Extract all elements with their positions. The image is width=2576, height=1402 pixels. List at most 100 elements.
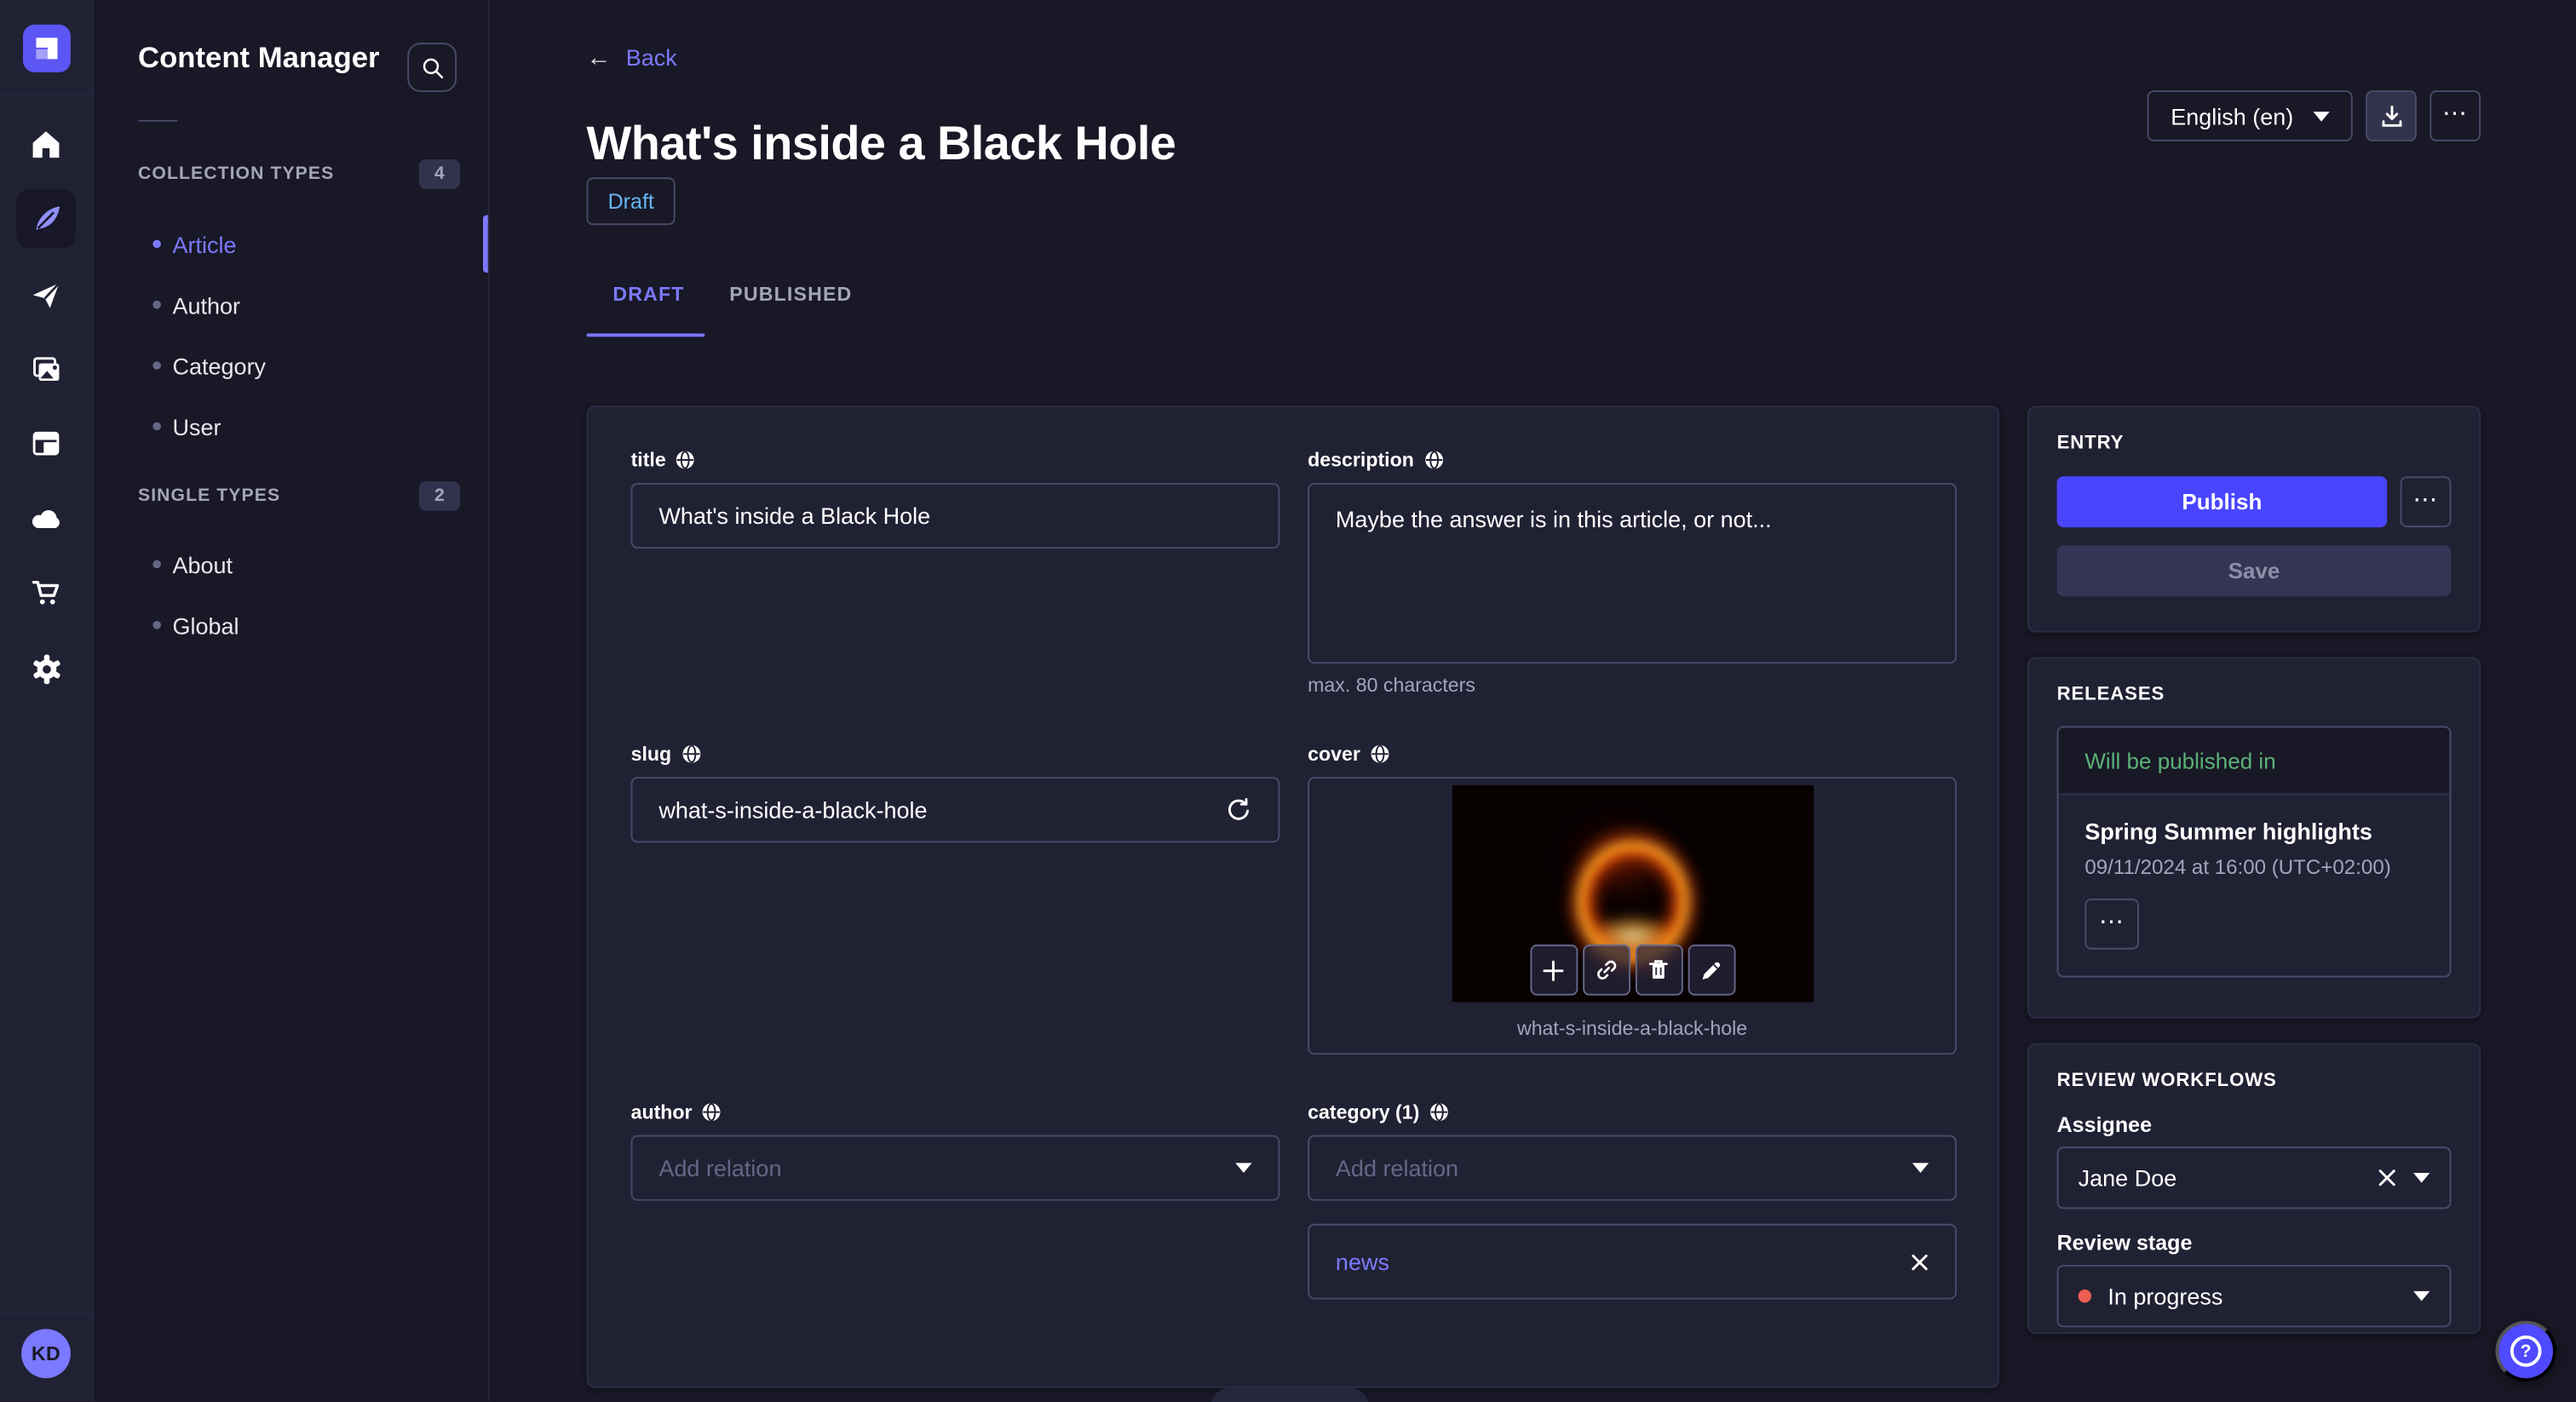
- media-add-button[interactable]: [1529, 944, 1578, 996]
- review-stage-select[interactable]: In progress: [2056, 1265, 2452, 1328]
- sidebar-item-author[interactable]: Author: [95, 274, 490, 335]
- ellipsis-icon: ⋯: [2412, 486, 2439, 514]
- cart-icon: [32, 580, 60, 605]
- bullet-icon: [152, 621, 161, 629]
- main-content: ← Back What's inside a Black Hole Draft …: [490, 0, 2576, 1402]
- search-button[interactable]: [407, 43, 457, 92]
- active-item-indicator: [483, 215, 488, 273]
- rail-divider: [0, 93, 92, 95]
- sidebar-item-home[interactable]: [23, 122, 69, 168]
- bullet-icon: [152, 239, 161, 249]
- header-more-button[interactable]: ⋯: [2429, 90, 2481, 141]
- app-window: KD Content Manager COLLECTION TYPES 4 Ar…: [0, 0, 2576, 1402]
- remove-relation-icon[interactable]: [1911, 1253, 1929, 1271]
- plus-icon: [1543, 959, 1564, 980]
- media-library-icon: [33, 357, 60, 382]
- description-textarea[interactable]: Maybe the answer is in this article, or …: [1308, 483, 1957, 664]
- sidebar-item-releases[interactable]: [23, 273, 69, 319]
- search-icon: [422, 57, 443, 78]
- regenerate-icon[interactable]: [1226, 796, 1252, 823]
- description-hint: max. 80 characters: [1308, 673, 1475, 697]
- locale-select[interactable]: English (en): [2148, 90, 2353, 141]
- question-mark-icon: ?: [2510, 1335, 2542, 1367]
- save-button[interactable]: Save: [2056, 545, 2452, 597]
- globe-i18n-icon: [676, 451, 695, 469]
- field-slug: slug what-s-inside-a-black-hole: [630, 743, 1280, 843]
- entry-panel-title: ENTRY: [2056, 434, 2125, 454]
- active-tab-underline: [586, 333, 705, 337]
- sidebar-item-settings[interactable]: [23, 646, 69, 692]
- paper-plane-icon: [32, 282, 60, 308]
- chevron-down-icon: [2413, 1173, 2430, 1183]
- relation-item-news: news: [1308, 1223, 1957, 1300]
- sidebar-item-content-manager[interactable]: [16, 188, 76, 249]
- sidebar-item-media-library[interactable]: [23, 347, 69, 393]
- sidebar-item-global[interactable]: Global: [95, 595, 490, 655]
- home-icon: [32, 131, 60, 158]
- title-input[interactable]: What's inside a Black Hole: [630, 483, 1280, 549]
- section-collection-types: COLLECTION TYPES: [138, 164, 335, 184]
- single-types-count-badge: 2: [418, 481, 460, 511]
- field-category: category (1) Add relation news: [1308, 1100, 1957, 1300]
- author-relation-select[interactable]: Add relation: [630, 1135, 1280, 1201]
- section-single-types: SINGLE TYPES: [138, 486, 281, 506]
- cover-media-card: what-s-inside-a-black-hole: [1308, 777, 1957, 1055]
- globe-i18n-icon: [703, 1103, 722, 1122]
- entry-panel: ENTRY Publish ⋯ Save: [2027, 405, 2481, 633]
- sidebar-item-article[interactable]: Article: [95, 214, 490, 274]
- page-title: What's inside a Black Hole: [586, 118, 1176, 172]
- review-workflows-title: REVIEW WORKFLOWS: [2056, 1071, 2277, 1091]
- strapi-logo[interactable]: [23, 24, 71, 72]
- sidebar-item-about[interactable]: About: [95, 534, 490, 595]
- release-name: Spring Summer highlights: [2084, 818, 2372, 845]
- export-button[interactable]: [2366, 90, 2417, 141]
- globe-i18n-icon: [1430, 1103, 1448, 1122]
- bullet-icon: [152, 300, 161, 309]
- gear-icon: [32, 653, 60, 684]
- layout-icon: [32, 431, 60, 456]
- relation-link[interactable]: news: [1336, 1249, 1389, 1275]
- cover-image-black-hole: [1451, 784, 1814, 1003]
- clear-icon[interactable]: [2378, 1168, 2397, 1187]
- back-link[interactable]: ← Back: [587, 44, 677, 71]
- release-date: 09/11/2024 at 16:00 (UTC+02:00): [2084, 855, 2391, 879]
- media-delete-button[interactable]: [1634, 944, 1682, 996]
- sidebar-title: Content Manager: [138, 41, 380, 74]
- sidebar-item-user[interactable]: User: [95, 396, 490, 457]
- field-title: title What's inside a Black Hole: [630, 449, 1280, 549]
- download-icon: [2381, 104, 2401, 126]
- sidebar-item-category[interactable]: Category: [95, 335, 490, 395]
- media-edit-button[interactable]: [1687, 944, 1735, 996]
- strapi-logo-icon: [36, 37, 58, 60]
- scroll-pill: [1210, 1388, 1369, 1402]
- media-copy-link-button[interactable]: [1582, 944, 1630, 996]
- user-avatar[interactable]: KD: [21, 1329, 71, 1379]
- tab-published[interactable]: PUBLISHED: [729, 283, 852, 306]
- sidebar-divider: [138, 119, 178, 122]
- field-cover: cover what-s-inside-a-black-hole: [1308, 743, 1957, 1055]
- chevron-down-icon: [1912, 1163, 1929, 1173]
- link-icon: [1596, 960, 1616, 980]
- publish-button[interactable]: Publish: [2056, 476, 2388, 528]
- category-relation-select[interactable]: Add relation: [1308, 1135, 1957, 1201]
- entry-more-button[interactable]: ⋯: [2400, 476, 2452, 528]
- sidebar-item-content-type-builder[interactable]: [23, 421, 69, 467]
- chevron-down-icon: [2313, 111, 2330, 121]
- bullet-icon: [152, 361, 161, 370]
- cloud-icon: [32, 510, 60, 529]
- ellipsis-icon: ⋯: [2442, 100, 2469, 129]
- stage-status-dot: [2078, 1289, 2092, 1303]
- globe-i18n-icon: [1371, 744, 1389, 763]
- release-more-button[interactable]: ⋯: [2084, 898, 2139, 950]
- sidebar-item-cloud[interactable]: [23, 496, 69, 542]
- trash-icon: [1648, 960, 1668, 980]
- review-stage-label: Review stage: [2056, 1230, 2193, 1255]
- status-badge: Draft: [586, 177, 676, 226]
- tab-draft[interactable]: DRAFT: [612, 283, 684, 306]
- slug-input[interactable]: what-s-inside-a-black-hole: [630, 777, 1280, 843]
- sidebar-item-marketplace[interactable]: [23, 570, 69, 616]
- field-description: description Maybe the answer is in this …: [1308, 449, 1957, 697]
- globe-i18n-icon: [681, 744, 700, 763]
- help-button[interactable]: ?: [2495, 1320, 2556, 1382]
- assignee-select[interactable]: Jane Doe: [2056, 1146, 2452, 1210]
